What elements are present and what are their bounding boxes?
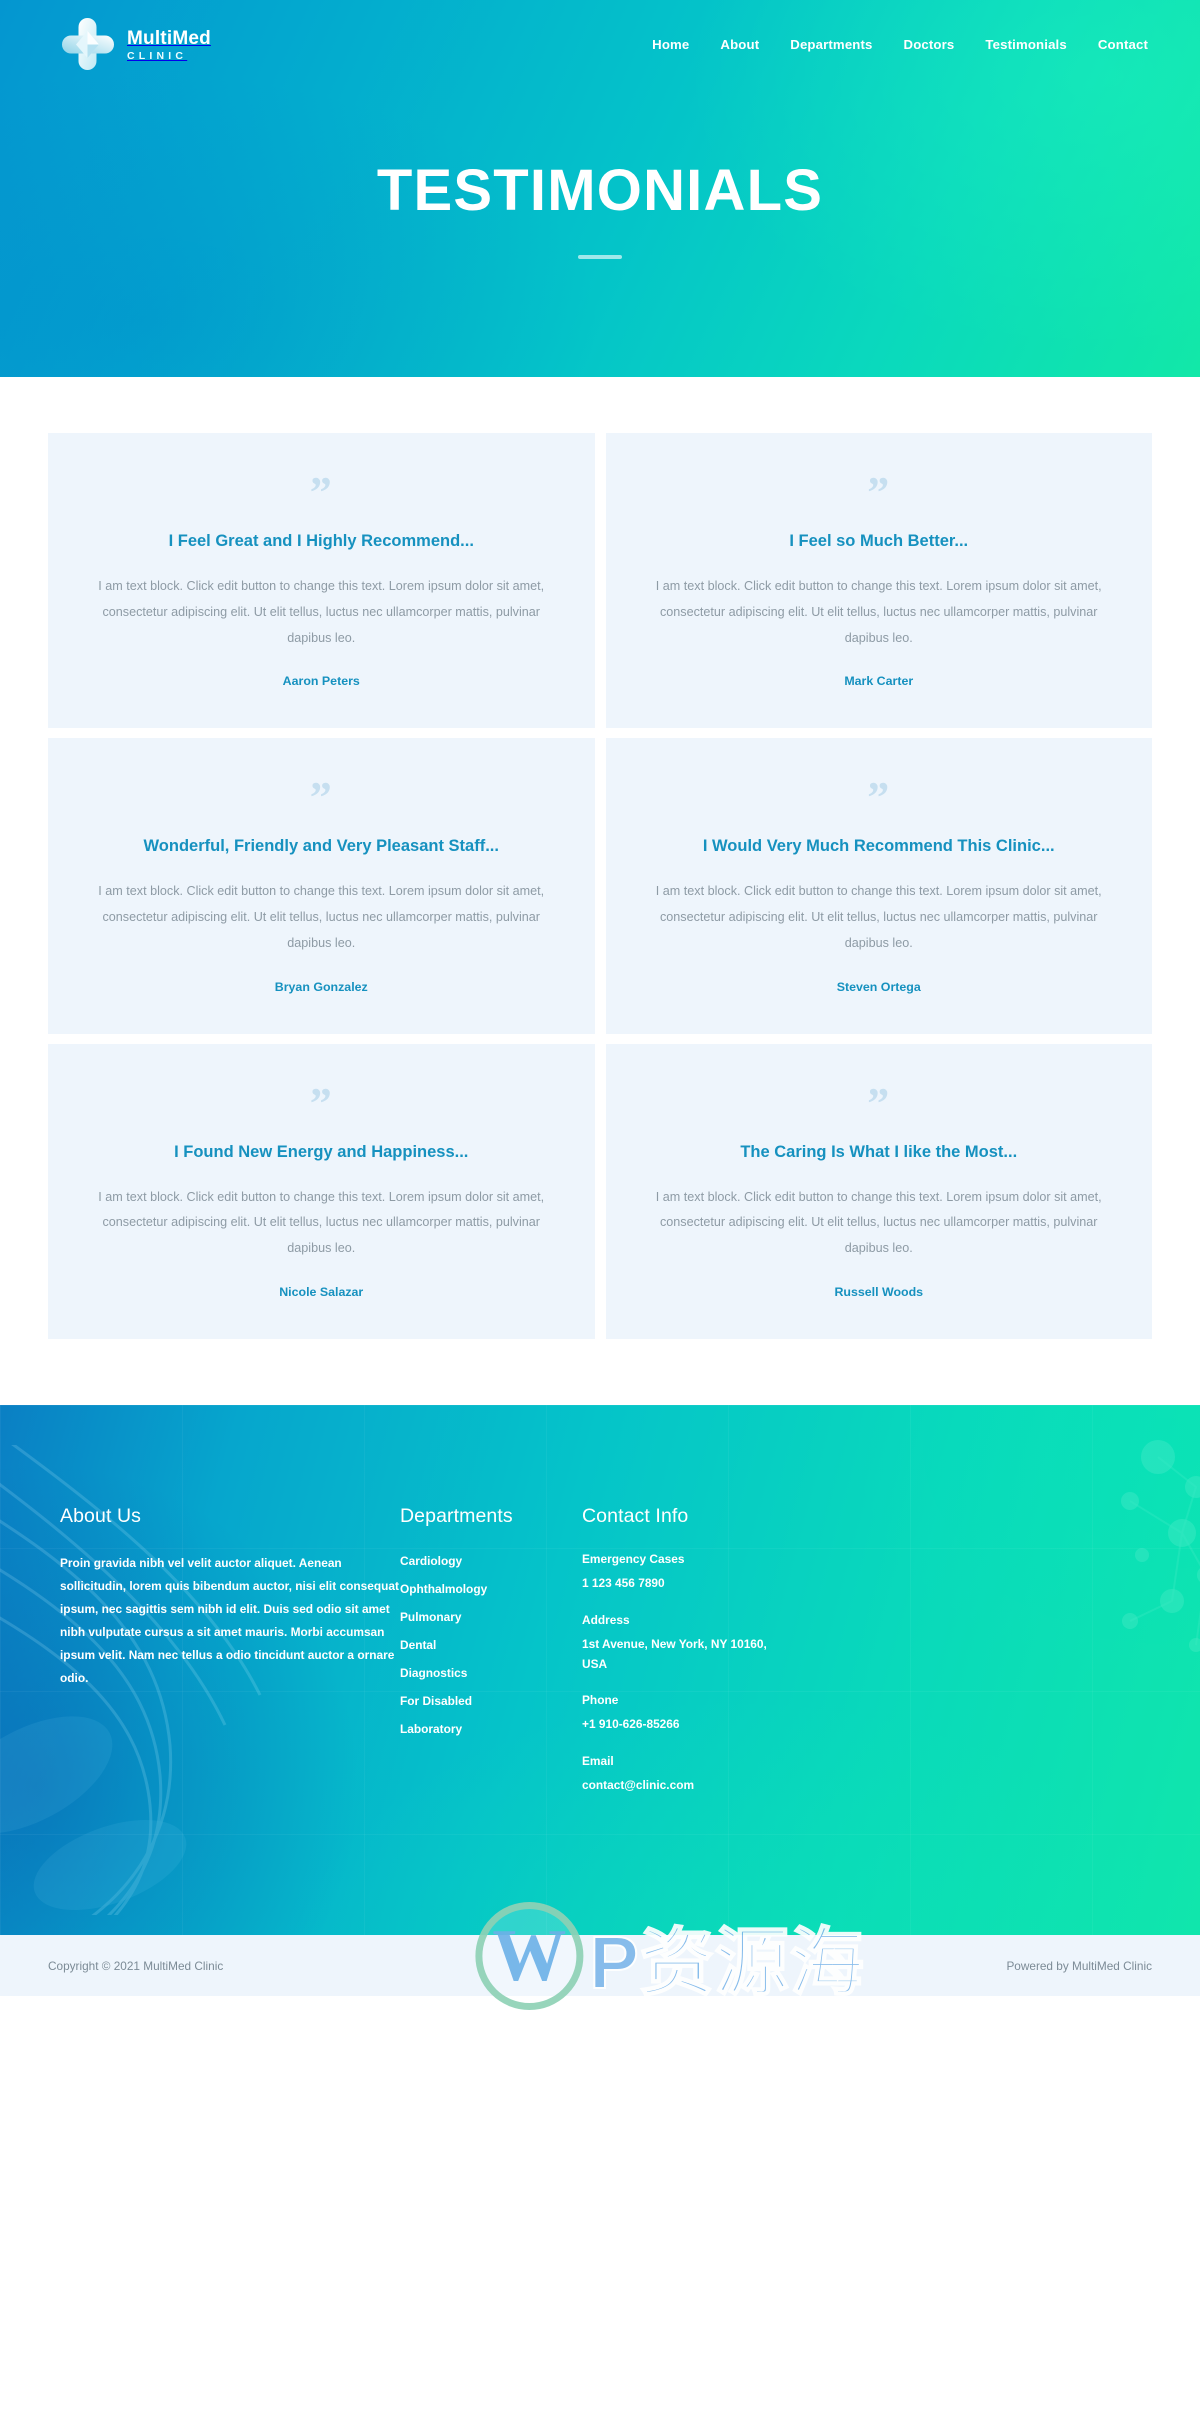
footer-departments-list: Cardiology Ophthalmology Pulmonary Denta…	[400, 1552, 582, 1738]
footer-bottom-bar: Copyright © 2021 MultiMed Clinic Powered…	[0, 1902, 1200, 2011]
footer-about-column: About Us Proin gravida nibh vel velit au…	[60, 1505, 400, 1815]
contact-block-emergency: Emergency Cases 1 123 456 7890	[582, 1552, 1140, 1594]
contact-value[interactable]: 1 123 456 7890	[582, 1574, 794, 1594]
contact-block-phone: Phone +1 910-626-85266	[582, 1693, 1140, 1735]
footer-dept-link-cardiology[interactable]: Cardiology	[400, 1554, 462, 1568]
list-item: Ophthalmology	[400, 1580, 582, 1598]
testimonial-author: Mark Carter	[844, 674, 914, 689]
quote-icon: ”	[309, 773, 333, 823]
testimonial-title: I Feel Great and I Highly Recommend...	[168, 532, 474, 550]
list-item: For Disabled	[400, 1692, 582, 1710]
site-footer: About Us Proin gravida nibh vel velit au…	[0, 1405, 1200, 1936]
list-item: Laboratory	[400, 1720, 582, 1738]
quote-icon: ”	[867, 468, 891, 517]
title-underline-divider	[578, 254, 622, 259]
contact-value: 1st Avenue, New York, NY 10160, USA	[582, 1636, 767, 1671]
list-item: Pulmonary	[400, 1608, 582, 1626]
nav-item-contact[interactable]: Contact	[1098, 37, 1148, 52]
testimonial-card: ” I Found New Energy and Happiness... I …	[48, 1043, 595, 1340]
powered-by-text: Powered by MultiMed Clinic	[1006, 1958, 1152, 1973]
quote-icon: ”	[309, 1078, 333, 1128]
list-item: Diagnostics	[400, 1664, 582, 1682]
footer-departments-heading: Departments	[400, 1505, 513, 1528]
testimonial-card: ” The Caring Is What I like the Most... …	[605, 1043, 1152, 1340]
contact-value[interactable]: contact@clinic.com	[582, 1776, 794, 1796]
contact-value[interactable]: +1 910-626-85266	[582, 1715, 794, 1735]
contact-label: Address	[582, 1612, 630, 1627]
footer-dept-link-diagnostics[interactable]: Diagnostics	[400, 1666, 467, 1680]
testimonial-title: I Feel so Much Better...	[789, 532, 969, 550]
testimonials-section: ” I Feel Great and I Highly Recommend...…	[0, 377, 1200, 1406]
logo-name: MultiMed	[127, 27, 211, 49]
nav-item-doctors[interactable]: Doctors	[904, 37, 955, 52]
footer-dept-link-laboratory[interactable]: Laboratory	[400, 1722, 462, 1736]
testimonial-text: I am text block. Click edit button to ch…	[655, 884, 1102, 950]
testimonial-text: I am text block. Click edit button to ch…	[98, 884, 545, 950]
footer-about-heading: About Us	[60, 1505, 142, 1528]
testimonial-text: I am text block. Click edit button to ch…	[655, 578, 1102, 645]
testimonial-author: Aaron Peters	[282, 674, 360, 689]
logo-tagline: CLINIC	[127, 49, 188, 62]
testimonial-author: Russell Woods	[834, 1285, 924, 1300]
nav-item-about[interactable]: About	[720, 37, 759, 52]
quote-icon: ”	[867, 773, 891, 823]
footer-dept-link-dental[interactable]: Dental	[400, 1638, 436, 1652]
testimonial-author: Nicole Salazar	[279, 1285, 364, 1300]
contact-block-email: Email contact@clinic.com	[582, 1754, 1140, 1796]
testimonial-text: I am text block. Click edit button to ch…	[655, 1189, 1102, 1256]
contact-label: Phone	[582, 1693, 619, 1708]
footer-departments-column: Departments Cardiology Ophthalmology Pul…	[400, 1505, 582, 1815]
nav-item-testimonials[interactable]: Testimonials	[985, 37, 1066, 52]
footer-contact-heading: Contact Info	[582, 1505, 689, 1528]
testimonial-card: ” I Feel Great and I Highly Recommend...…	[48, 433, 595, 729]
copyright-text: Copyright © 2021 MultiMed Clinic	[48, 1958, 224, 1973]
testimonial-title: I Would Very Much Recommend This Clinic.…	[702, 837, 1055, 856]
page-title: TESTIMONIALS	[376, 158, 824, 223]
testimonial-card: ” I Feel so Much Better... I am text blo…	[605, 433, 1152, 729]
contact-block-address: Address 1st Avenue, New York, NY 10160, …	[582, 1613, 1140, 1675]
list-item: Cardiology	[400, 1552, 582, 1570]
medical-cross-icon	[60, 15, 116, 73]
testimonial-title: Wonderful, Friendly and Very Pleasant St…	[143, 837, 499, 856]
testimonial-text: I am text block. Click edit button to ch…	[98, 1189, 545, 1256]
list-item: Dental	[400, 1636, 582, 1654]
quote-icon: ”	[867, 1078, 891, 1128]
testimonial-text: I am text block. Click edit button to ch…	[98, 578, 545, 645]
testimonial-card: ” I Would Very Much Recommend This Clini…	[605, 738, 1152, 1034]
top-navigation-bar: MultiMed CLINIC Home About Departments D…	[0, 0, 1200, 88]
footer-about-text: Proin gravida nibh vel velit auctor aliq…	[60, 1556, 399, 1685]
testimonial-author: Steven Ortega	[836, 979, 921, 994]
nav-item-home[interactable]: Home	[652, 37, 689, 52]
nav-item-departments[interactable]: Departments	[790, 37, 872, 52]
testimonial-author: Bryan Gonzalez	[274, 979, 368, 994]
footer-dept-link-pulmonary[interactable]: Pulmonary	[400, 1610, 461, 1624]
site-header-hero: MultiMed CLINIC Home About Departments D…	[0, 0, 1200, 377]
testimonial-title: The Caring Is What I like the Most...	[740, 1142, 1018, 1161]
contact-label: Emergency Cases	[582, 1552, 685, 1567]
testimonial-title: I Found New Energy and Happiness...	[174, 1142, 469, 1161]
contact-label: Email	[582, 1754, 614, 1769]
testimonial-card: ” Wonderful, Friendly and Very Pleasant …	[48, 738, 595, 1034]
footer-dept-link-for-disabled[interactable]: For Disabled	[400, 1694, 472, 1708]
footer-contact-column: Contact Info Emergency Cases 1 123 456 7…	[582, 1505, 1140, 1815]
quote-icon: ”	[309, 468, 333, 517]
testimonials-grid: ” I Feel Great and I Highly Recommend...…	[48, 433, 1152, 1340]
main-menu: Home About Departments Doctors Testimoni…	[652, 37, 1148, 52]
site-logo[interactable]: MultiMed CLINIC	[60, 15, 211, 73]
footer-dept-link-ophthalmology[interactable]: Ophthalmology	[400, 1582, 487, 1596]
